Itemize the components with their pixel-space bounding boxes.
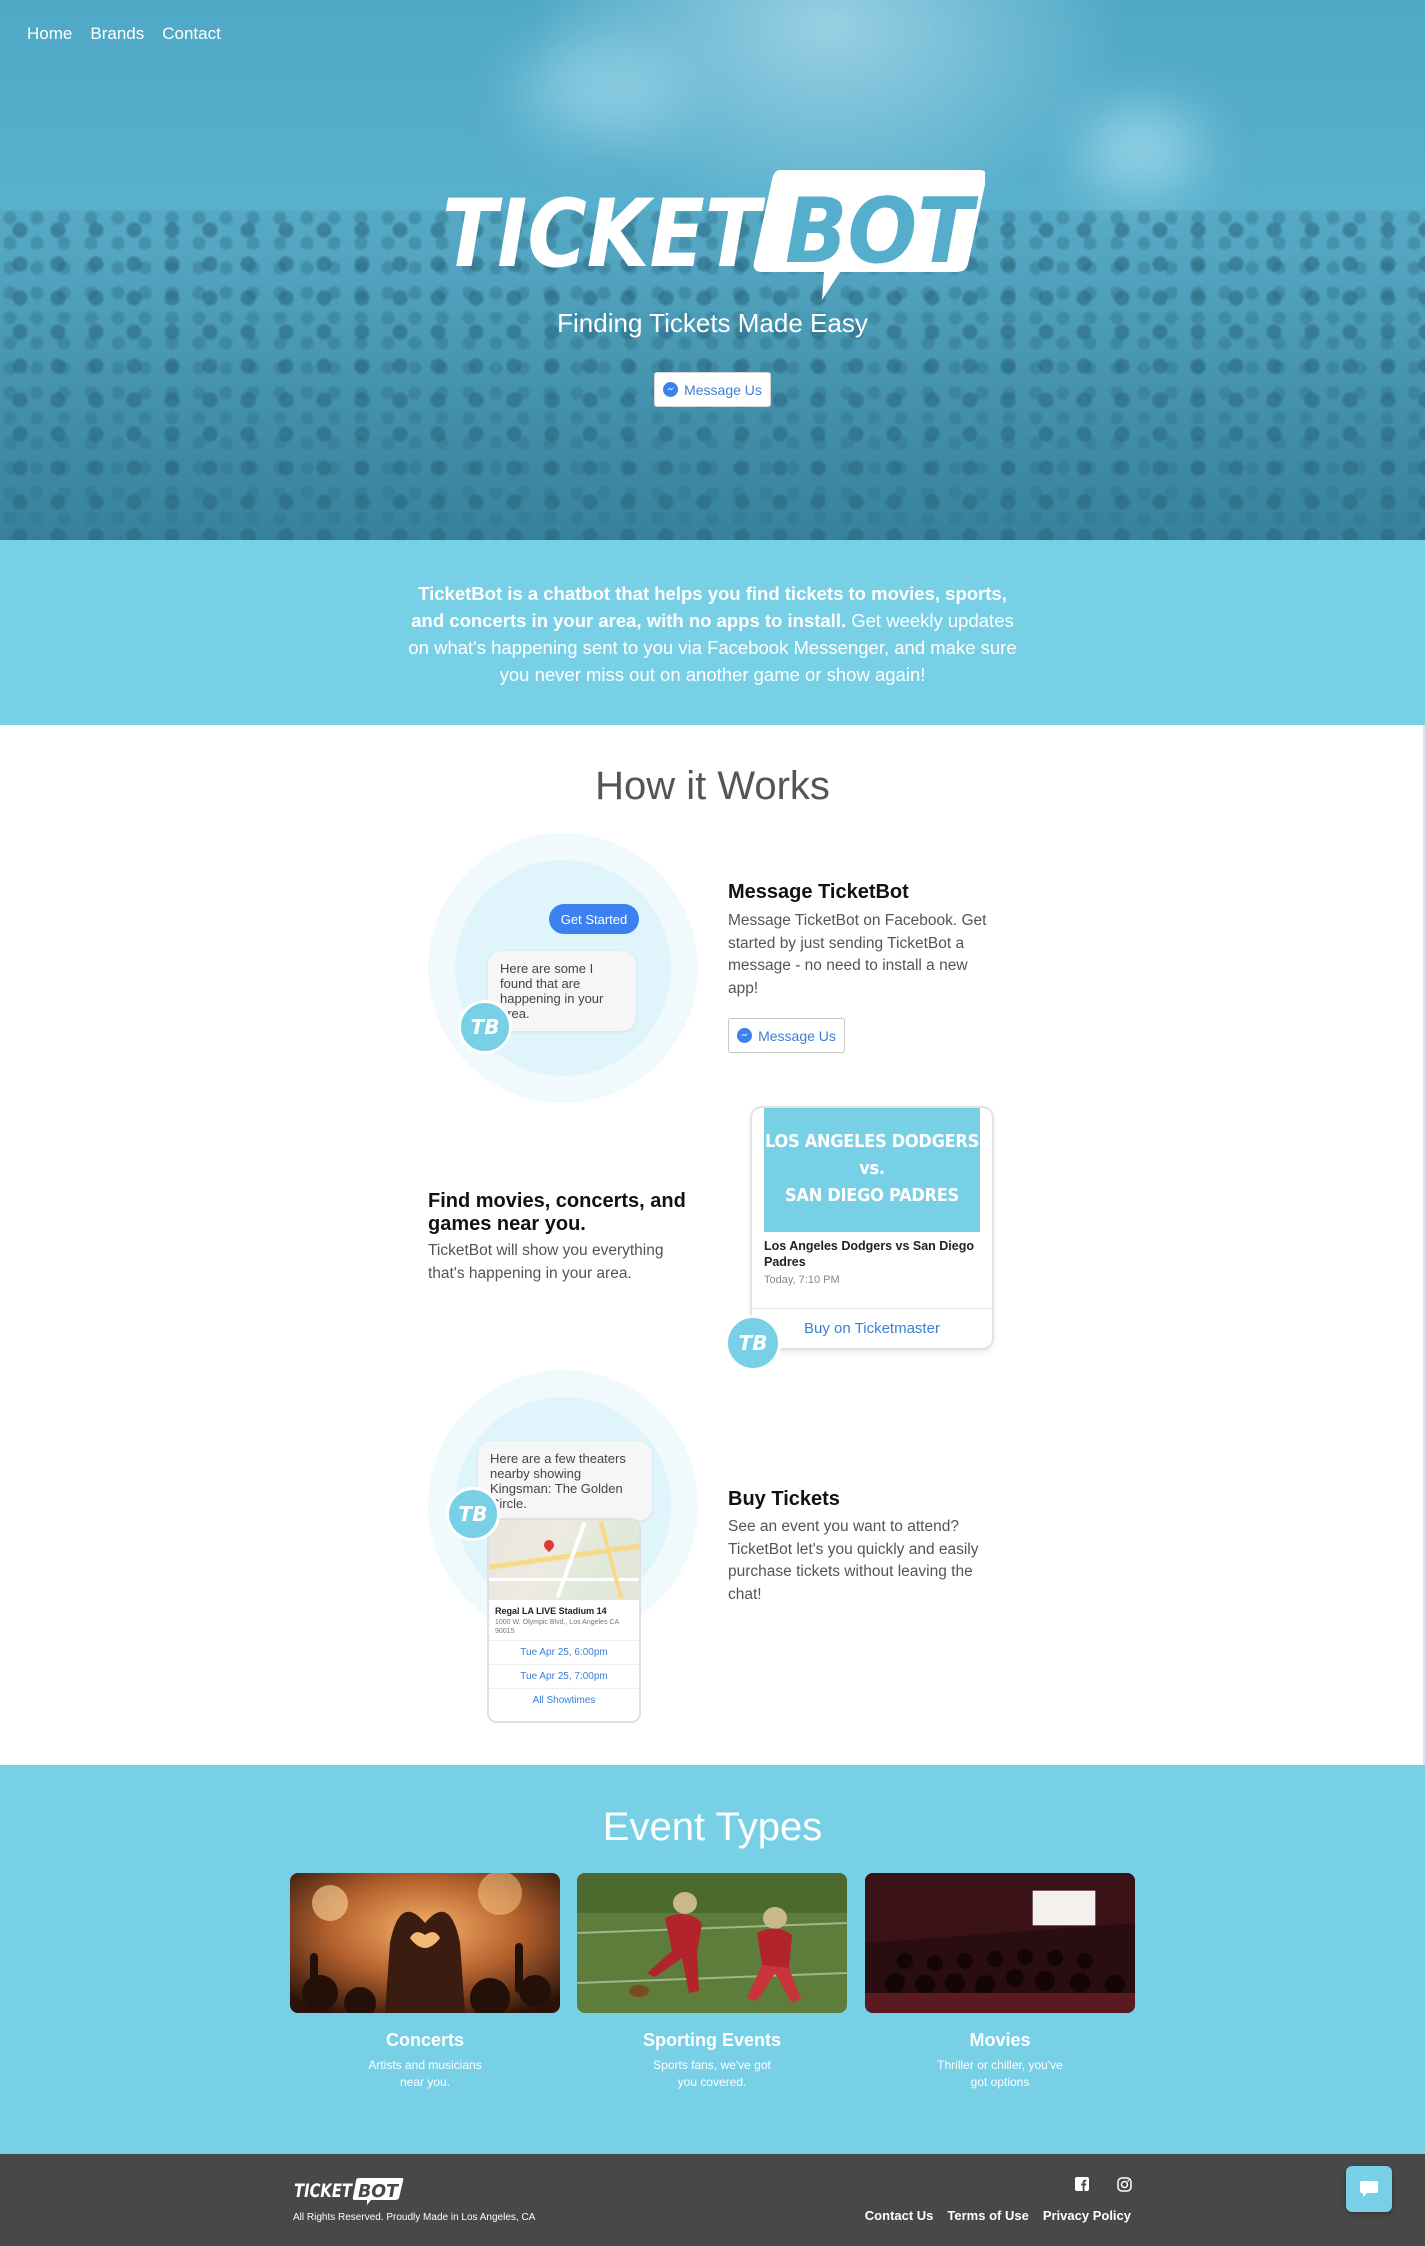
step3-chat-bubble: Here are a few theaters nearby showing K…: [478, 1441, 652, 1521]
hero-message-us-label: Message Us: [684, 381, 762, 398]
footer-copyright: All Rights Reserved. Proudly Made in Los…: [293, 2212, 536, 2223]
instagram-icon[interactable]: [1116, 2176, 1132, 2192]
map-road: [598, 1520, 624, 1600]
step1-message-us-label: Message Us: [758, 1027, 836, 1044]
event-card-team2: SAN DIEGO PADRES: [785, 1185, 959, 1206]
chat-bubble-icon: [1360, 2181, 1378, 2197]
hero-tagline: Finding Tickets Made Easy: [557, 308, 868, 338]
intro-section: TicketBot is a chatbot that helps you fi…: [0, 540, 1425, 725]
tb-badge-text: TB: [470, 1015, 500, 1039]
ticketbot-logo: TICKET BOT: [442, 170, 985, 300]
movies-label: Movies: [969, 2030, 1031, 2050]
movies-description: Thriller or chiller, you've got options: [865, 2057, 1135, 2091]
concerts-description-text: Artists and musicians near you.: [368, 2058, 482, 2089]
footer-privacy-link[interactable]: Privacy Policy: [1043, 2208, 1131, 2223]
sporting-events-description: Sports fans, we've got you covered.: [577, 2057, 847, 2091]
concerts-description: Artists and musicians near you.: [290, 2057, 560, 2091]
map-pin-icon: [541, 1537, 557, 1553]
step1-message-us-button[interactable]: Message Us: [728, 1018, 845, 1053]
footer-logo-bot: BOT: [358, 2181, 400, 2202]
sporting-events-label: Sporting Events: [642, 2030, 781, 2050]
tb-badge-icon: TB: [446, 1487, 500, 1541]
event-card-time: Today, 7:10 PM: [764, 1274, 840, 1286]
footer-contact-us-link[interactable]: Contact Us: [865, 2208, 934, 2223]
footer-logo-ticket: TICKET: [294, 2180, 354, 2202]
showtime-link[interactable]: Tue Apr 25, 6:00pm: [489, 1640, 639, 1664]
event-card: LOS ANGELES DODGERS vs. SAN DIEGO PADRES…: [752, 1108, 992, 1348]
showtime-link[interactable]: Tue Apr 25, 7:00pm: [489, 1664, 639, 1688]
movies-description-text: Thriller or chiller, you've got options: [937, 2058, 1063, 2089]
theater-result-card: Regal LA LIVE Stadium 14 1000 W. Olympic…: [487, 1518, 641, 1723]
buy-on-ticketmaster-button[interactable]: Buy on Ticketmaster: [752, 1308, 992, 1348]
movies-image[interactable]: [865, 1873, 1135, 2013]
footer-logo: TICKET BOT: [294, 2178, 404, 2205]
concerts-image[interactable]: [290, 1873, 560, 2013]
sporting-events-image[interactable]: [577, 1873, 847, 2013]
chat-widget-button[interactable]: [1346, 2166, 1392, 2212]
step1-text: Message TicketBot on Facebook. Get start…: [728, 912, 987, 997]
stage-light-glow: [520, 40, 680, 140]
messenger-icon: [663, 382, 679, 397]
event-types-section: Event Types Concerts Artists and musicia…: [0, 1765, 1425, 2154]
theater-map: [489, 1520, 639, 1600]
tb-badge-text: TB: [458, 1502, 488, 1526]
intro-text: TicketBot is a chatbot that helps you fi…: [405, 580, 1020, 688]
step2-text: TicketBot will show you everything that'…: [428, 1242, 664, 1282]
get-started-pill: Get Started: [549, 904, 639, 934]
theater-address: 1000 W. Olympic Blvd., Los Angeles CA 90…: [495, 1619, 619, 1635]
nav-contact-link[interactable]: Contact: [162, 24, 221, 44]
event-card-header: LOS ANGELES DODGERS vs. SAN DIEGO PADRES: [764, 1108, 980, 1232]
map-road: [555, 1521, 587, 1599]
tb-badge-icon: TB: [725, 1315, 781, 1371]
stage-light-glow: [1080, 110, 1200, 190]
footer: TICKET BOT All Rights Reserved. Proudly …: [0, 2154, 1425, 2246]
concerts-label: Concerts: [385, 2030, 465, 2050]
map-road: [489, 1543, 639, 1570]
theater-name: Regal LA LIVE Stadium 14: [495, 1606, 607, 1616]
hero-message-us-button[interactable]: Message Us: [654, 372, 771, 407]
step1-title: Message TicketBot: [728, 881, 909, 903]
step3-text: See an event you want to attend? TicketB…: [728, 1518, 979, 1603]
tb-badge-icon: TB: [458, 1000, 512, 1054]
event-card-vs: vs.: [859, 1158, 885, 1179]
logo-ticket-text: TICKET: [442, 180, 766, 289]
event-card-team1: LOS ANGELES DODGERS: [764, 1131, 980, 1152]
facebook-icon[interactable]: [1074, 2176, 1090, 2192]
tb-badge-text: TB: [738, 1331, 768, 1355]
how-it-works-title: How it Works: [595, 764, 830, 808]
event-card-title: Los Angeles Dodgers vs San Diego Padres: [764, 1239, 975, 1269]
event-types-title: Event Types: [602, 1805, 823, 1849]
step2-title: Find movies, concerts, and games near yo…: [428, 1190, 686, 1235]
hero-section: Home Brands Contact TICKET BOT Finding T…: [0, 0, 1425, 540]
messenger-icon: [737, 1028, 753, 1043]
step3-title: Buy Tickets: [728, 1488, 840, 1510]
footer-terms-link[interactable]: Terms of Use: [947, 2208, 1028, 2223]
top-nav: Home Brands Contact: [27, 24, 221, 44]
nav-home-link[interactable]: Home: [27, 24, 72, 44]
logo-bot-text: BOT: [785, 179, 979, 284]
all-showtimes-link[interactable]: All Showtimes: [489, 1688, 639, 1712]
nav-brands-link[interactable]: Brands: [90, 24, 144, 44]
sporting-events-description-text: Sports fans, we've got you covered.: [653, 2058, 771, 2089]
footer-links: Contact Us Terms of Use Privacy Policy: [865, 2208, 1131, 2223]
